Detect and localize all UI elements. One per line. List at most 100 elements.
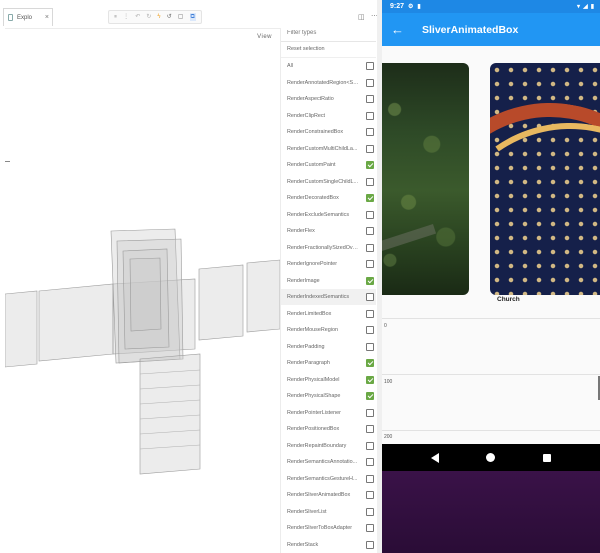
filter-type-checkbox[interactable] <box>366 540 374 549</box>
filter-type-label: RenderAnnotatedRegion<Sy... <box>287 79 359 86</box>
split-editor-icon[interactable]: ◫ <box>358 13 365 21</box>
filter-type-checkbox[interactable] <box>366 194 374 202</box>
filter-type-label: RenderFractionallySizedOve... <box>287 244 359 251</box>
filter-type-row[interactable]: RenderIgnorePointer <box>281 256 376 272</box>
step-back-icon[interactable]: ↶ <box>135 14 140 20</box>
filter-type-row[interactable]: RenderAspectRatio <box>281 91 376 107</box>
emulator-screen: 9:27 ⚙ ▮ ▾ ◢ ▮ ← SliverAnimatedBox Churc… <box>382 0 600 553</box>
filter-type-checkbox[interactable] <box>366 425 374 433</box>
filter-type-row[interactable]: RenderConstrainedBox <box>281 124 376 140</box>
filter-type-row[interactable]: RenderPadding <box>281 339 376 355</box>
filter-type-label: RenderParagraph <box>287 360 330 366</box>
filter-type-checkbox[interactable] <box>366 359 374 367</box>
filter-type-row[interactable]: RenderRepaintBoundary <box>281 438 376 454</box>
filter-type-row[interactable]: RenderSliverAnimatedBox <box>281 487 376 503</box>
filter-type-checkbox[interactable] <box>366 507 374 516</box>
select-icon[interactable]: ⧉ <box>189 13 196 21</box>
filter-type-row[interactable]: RenderSliverToBoxAdapter <box>281 520 376 536</box>
filter-type-checkbox[interactable] <box>366 276 374 285</box>
status-time: 9:27 <box>390 3 405 10</box>
filter-type-label: RenderIgnorePointer <box>287 261 338 267</box>
filter-type-row[interactable]: RenderMouseRegion <box>281 322 376 338</box>
graph-label-200: 200 <box>384 434 393 440</box>
filter-type-row[interactable]: RenderPositionedBox <box>281 421 376 437</box>
filter-type-row[interactable]: RenderCustomSingleChildL... <box>281 174 376 190</box>
filter-type-row[interactable]: RenderImage <box>281 273 376 289</box>
nav-back-icon[interactable] <box>430 452 439 463</box>
filter-type-checkbox[interactable] <box>366 309 374 318</box>
filter-type-checkbox[interactable] <box>366 342 374 351</box>
filter-type-checkbox[interactable] <box>366 95 374 103</box>
nav-recents-icon[interactable] <box>543 453 552 462</box>
filter-type-checkbox[interactable] <box>366 227 374 235</box>
close-tab-icon[interactable]: × <box>45 14 49 21</box>
filter-type-checkbox[interactable] <box>366 441 374 450</box>
filter-type-row[interactable]: RenderPhysicalShape <box>281 388 376 404</box>
forest-image-card[interactable] <box>382 63 469 295</box>
filter-type-checkbox[interactable] <box>366 161 374 169</box>
filter-type-row[interactable]: RenderStack <box>281 537 376 553</box>
filter-type-label: RenderCustomSingleChildL... <box>287 178 359 185</box>
filter-type-row[interactable]: RenderExcludeSemantics <box>281 207 376 223</box>
filter-type-row[interactable]: RenderCustomPaint <box>281 157 376 173</box>
card-caption: Church <box>497 296 520 303</box>
filter-type-checkbox[interactable] <box>366 326 374 334</box>
filter-type-row[interactable]: All <box>281 58 376 74</box>
filter-type-checkbox[interactable] <box>366 458 374 466</box>
filter-type-row[interactable]: RenderClipRect <box>281 108 376 124</box>
filter-types-input[interactable] <box>287 30 372 36</box>
filter-type-label: RenderIndexedSemantics <box>287 294 350 300</box>
filter-type-row[interactable]: RenderDecoratedBox <box>281 190 376 206</box>
filter-type-row[interactable]: RenderIndexedSemantics <box>281 289 376 305</box>
filter-type-row[interactable]: RenderFlex <box>281 223 376 239</box>
filter-type-checkbox[interactable] <box>366 111 374 120</box>
filter-type-label: RenderImage <box>287 277 320 284</box>
filter-type-checkbox[interactable] <box>366 260 374 268</box>
undo-icon[interactable]: ↺ <box>167 14 172 20</box>
nav-home-icon[interactable] <box>486 453 496 462</box>
reset-selection-button[interactable]: Reset selection <box>287 46 325 52</box>
filter-type-checkbox[interactable] <box>366 144 374 153</box>
filter-type-checkbox[interactable] <box>366 210 374 219</box>
graph-line <box>382 374 600 375</box>
filter-type-row[interactable]: RenderPointerListener <box>281 405 376 421</box>
sliver-content[interactable]: Church 0 100 200 <box>382 46 600 444</box>
church-image-card[interactable] <box>490 63 600 295</box>
filter-type-row[interactable]: RenderParagraph <box>281 355 376 371</box>
filter-type-checkbox[interactable] <box>366 474 374 483</box>
filter-type-label: RenderSliverToBoxAdapter <box>287 525 353 531</box>
filter-type-row[interactable]: RenderSliverList <box>281 504 376 520</box>
filter-type-checkbox[interactable] <box>366 392 374 400</box>
filter-type-label: RenderPositionedBox <box>287 426 340 432</box>
filter-type-row[interactable]: RenderCustomMultiChildLa... <box>281 141 376 157</box>
filter-type-label: RenderDecoratedBox <box>287 195 339 201</box>
filter-type-checkbox[interactable] <box>366 408 374 417</box>
square-icon[interactable]: ▢ <box>178 14 184 20</box>
3d-layer-view[interactable]: View <box>5 28 280 553</box>
filter-type-checkbox[interactable] <box>366 243 374 252</box>
lightning-icon[interactable]: ϟ <box>157 14 160 20</box>
filter-type-checkbox[interactable] <box>366 62 374 70</box>
layer-panel <box>198 264 244 341</box>
filter-type-row[interactable]: RenderSemanticsAnnotatio... <box>281 454 376 470</box>
filter-type-checkbox[interactable] <box>366 375 374 384</box>
pause-icon[interactable]: ⏸ <box>114 14 117 20</box>
filter-type-checkbox[interactable] <box>366 524 374 532</box>
filter-type-checkbox[interactable] <box>366 491 374 499</box>
filter-type-label: RenderLimitedBox <box>287 310 332 317</box>
filter-type-checkbox[interactable] <box>366 293 374 301</box>
filter-type-row[interactable]: RenderAnnotatedRegion<Sy... <box>281 75 376 91</box>
filter-type-row[interactable]: RenderPhysicalModel <box>281 372 376 388</box>
filter-type-checkbox[interactable] <box>366 78 374 87</box>
refresh-icon[interactable]: ↻ <box>146 14 151 20</box>
filter-type-checkbox[interactable] <box>366 177 374 186</box>
filter-type-row[interactable]: RenderLimitedBox <box>281 306 376 322</box>
filter-type-row[interactable]: RenderFractionallySizedOve... <box>281 240 376 256</box>
app-title: SliverAnimatedBox <box>422 23 519 36</box>
step-icon[interactable]: ⋮ <box>123 14 129 20</box>
filter-type-checkbox[interactable] <box>366 128 374 136</box>
tab-explorer[interactable]: Explo × <box>3 8 53 26</box>
back-arrow-icon[interactable]: ← <box>391 22 411 37</box>
graph-line <box>382 430 600 431</box>
filter-type-row[interactable]: RenderSemanticsGestureH... <box>281 471 376 487</box>
